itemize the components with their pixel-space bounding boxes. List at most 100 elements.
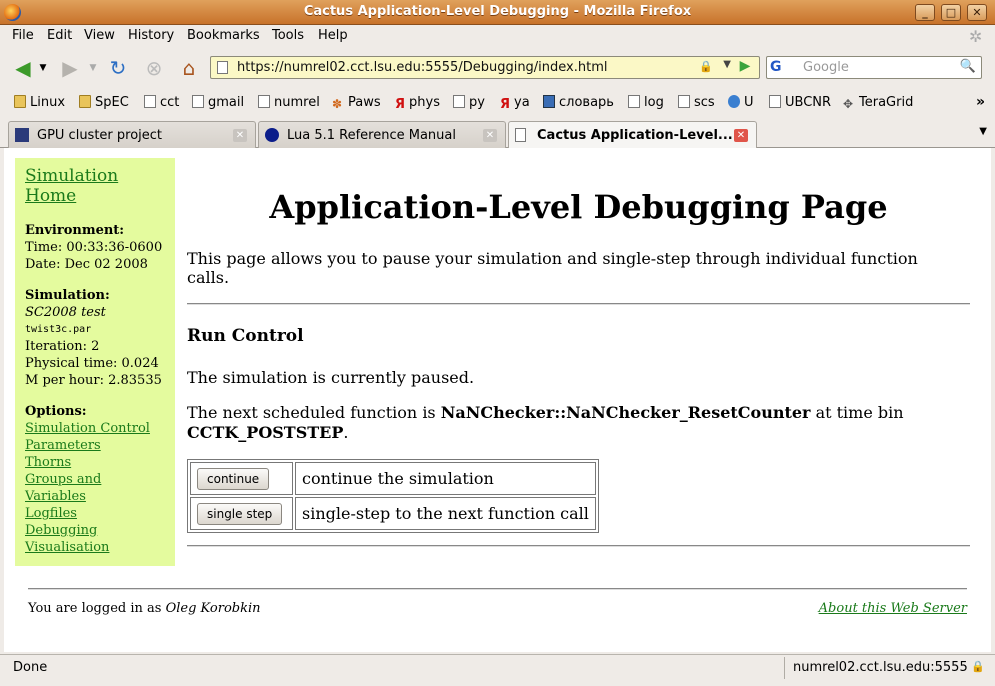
iteration-value: Iteration: 2 — [25, 339, 100, 354]
options-heading: Options: — [25, 404, 87, 419]
chevron-right-icon[interactable]: » — [976, 94, 985, 110]
forward-history-dropdown[interactable]: ▼ — [86, 55, 100, 81]
maximize-button[interactable]: □ — [941, 4, 961, 21]
status-text: Done — [13, 660, 48, 675]
single-step-button[interactable]: single step — [197, 502, 283, 525]
lock-icon[interactable]: 🔒 — [699, 60, 713, 73]
tab-list-dropdown-icon[interactable]: ▼ — [979, 126, 987, 137]
bookmark-py[interactable]: py — [453, 95, 485, 110]
go-icon[interactable]: ▶ — [735, 58, 755, 77]
continue-description: continue the simulation — [295, 462, 596, 495]
reload-icon[interactable]: ↻ — [105, 55, 131, 81]
about-server-link[interactable]: About this Web Server — [819, 601, 967, 616]
date-value: Date: Dec 02 2008 — [25, 257, 148, 272]
close-window-button[interactable]: ✕ — [967, 4, 987, 21]
gpu-site-icon — [15, 128, 29, 142]
option-visualisation[interactable]: Visualisation — [25, 539, 165, 556]
divider — [187, 545, 970, 547]
paws-icon: ✽ — [332, 97, 343, 111]
search-icon[interactable]: 🔍 — [958, 59, 978, 77]
bookmark-numrel[interactable]: numrel — [258, 95, 320, 110]
menu-tools[interactable]: Tools — [272, 28, 304, 43]
login-info: You are logged in as Oleg Korobkin — [28, 601, 261, 616]
search-placeholder[interactable]: Google — [803, 60, 849, 75]
bookmark-paws[interactable]: ✽ Paws — [332, 95, 381, 111]
bookmark-phys[interactable]: Яphys — [395, 95, 440, 112]
menu-edit[interactable]: Edit — [47, 28, 72, 43]
lock-icon[interactable]: 🔒 — [971, 660, 985, 673]
forward-icon[interactable]: ▶ — [57, 55, 83, 81]
menu-bookmarks[interactable]: Bookmarks — [187, 28, 260, 43]
bookmark-log[interactable]: log — [628, 95, 664, 110]
menu-file[interactable]: File — [12, 28, 34, 43]
username: Oleg Korobkin — [165, 601, 261, 616]
menu-help[interactable]: Help — [318, 28, 348, 43]
back-icon[interactable]: ◀ — [10, 55, 36, 81]
m-per-hour-value: M per hour: 2.83535 — [25, 373, 162, 388]
close-tab-icon[interactable]: ✕ — [483, 129, 497, 142]
simulation-status: The simulation is currently paused. — [187, 368, 475, 387]
url-bar[interactable]: https://numrel02.cct.lsu.edu:5555/Debugg… — [210, 56, 760, 79]
option-thorns[interactable]: Thorns — [25, 454, 165, 471]
simulation-home-link[interactable]: Simulation Home — [25, 166, 135, 206]
bookmark-scs[interactable]: scs — [678, 95, 715, 110]
option-simulation-control[interactable]: Simulation Control — [25, 420, 165, 437]
tab-lua-manual[interactable]: Lua 5.1 Reference Manual ✕ — [258, 121, 506, 148]
option-logfiles[interactable]: Logfiles — [25, 505, 165, 522]
back-history-dropdown[interactable]: ▼ — [36, 55, 50, 81]
page-title: Application-Level Debugging Page — [269, 188, 888, 226]
page-icon — [144, 95, 156, 108]
option-groups-and-variables[interactable]: Groups and Variables — [25, 471, 165, 505]
bookmark-ya[interactable]: Яya — [500, 95, 530, 112]
close-tab-icon[interactable]: ✕ — [734, 129, 748, 142]
bookmark-cct[interactable]: cct — [144, 95, 179, 110]
footer-divider — [28, 588, 967, 590]
next-function-name: NaNChecker::NaNChecker_ResetCounter — [440, 403, 811, 422]
page-content: Simulation Home Environment: Time: 00:33… — [4, 148, 991, 652]
run-control-table: continue continue the simulation single … — [187, 459, 599, 533]
menu-bar: File Edit View History Bookmarks Tools H… — [0, 25, 995, 47]
option-debugging[interactable]: Debugging — [25, 522, 165, 539]
table-row: continue continue the simulation — [190, 462, 596, 495]
tab-bar: GPU cluster project ✕ Lua 5.1 Reference … — [0, 118, 995, 149]
bookmark-u[interactable]: U — [728, 95, 754, 110]
page-icon — [769, 95, 781, 108]
status-separator — [784, 657, 785, 679]
stop-icon[interactable]: ⊗ — [141, 55, 167, 81]
bookmark-linux[interactable]: Linux — [14, 95, 65, 110]
bookmark-teragrid[interactable]: ✥ TeraGrid — [843, 95, 913, 111]
next-function-text: The next scheduled function is NaNChecke… — [187, 403, 904, 442]
menu-history[interactable]: History — [128, 28, 174, 43]
url-dropdown-icon[interactable]: ▼ — [723, 59, 731, 70]
time-bin-name: CCTK_POSTSTEP — [187, 423, 344, 442]
search-box[interactable]: G Google 🔍 — [766, 56, 982, 79]
close-tab-icon[interactable]: ✕ — [233, 129, 247, 142]
bookmark-ubcnr[interactable]: UBCNR — [769, 95, 831, 110]
title-bar: Cactus Application-Level Debugging - Moz… — [0, 0, 995, 25]
home-icon[interactable]: ⌂ — [176, 55, 202, 81]
minimize-button[interactable]: _ — [915, 4, 935, 21]
search-engine-icon[interactable]: G — [770, 59, 798, 77]
simulation-name: SC2008 test — [25, 305, 106, 320]
yandex-icon: Я — [395, 97, 406, 112]
window-title: Cactus Application-Level Debugging - Moz… — [303, 4, 692, 19]
menu-view[interactable]: View — [84, 28, 115, 43]
url-text[interactable]: https://numrel02.cct.lsu.edu:5555/Debugg… — [237, 60, 608, 75]
page-icon — [515, 128, 526, 142]
bookmark-gmail[interactable]: gmail — [192, 95, 244, 110]
tab-gpu-cluster[interactable]: GPU cluster project ✕ — [8, 121, 256, 148]
bookmark-spec[interactable]: SpEC — [79, 95, 129, 110]
parameter-file: twist3c.par — [25, 324, 92, 335]
tab-cactus-debugging[interactable]: Cactus Application-Level... ✕ — [508, 121, 757, 149]
continue-button[interactable]: continue — [197, 467, 270, 490]
status-host: numrel02.cct.lsu.edu:5555 — [793, 660, 968, 675]
page-icon — [258, 95, 270, 108]
page-icon — [628, 95, 640, 108]
lua-icon — [265, 128, 279, 142]
divider — [187, 303, 970, 305]
physical-time-value: Physical time: 0.024 — [25, 356, 159, 371]
page-icon — [217, 61, 228, 74]
table-row: single step single-step to the next func… — [190, 497, 596, 530]
option-parameters[interactable]: Parameters — [25, 437, 165, 454]
bookmark-slovar[interactable]: словарь — [543, 95, 614, 110]
